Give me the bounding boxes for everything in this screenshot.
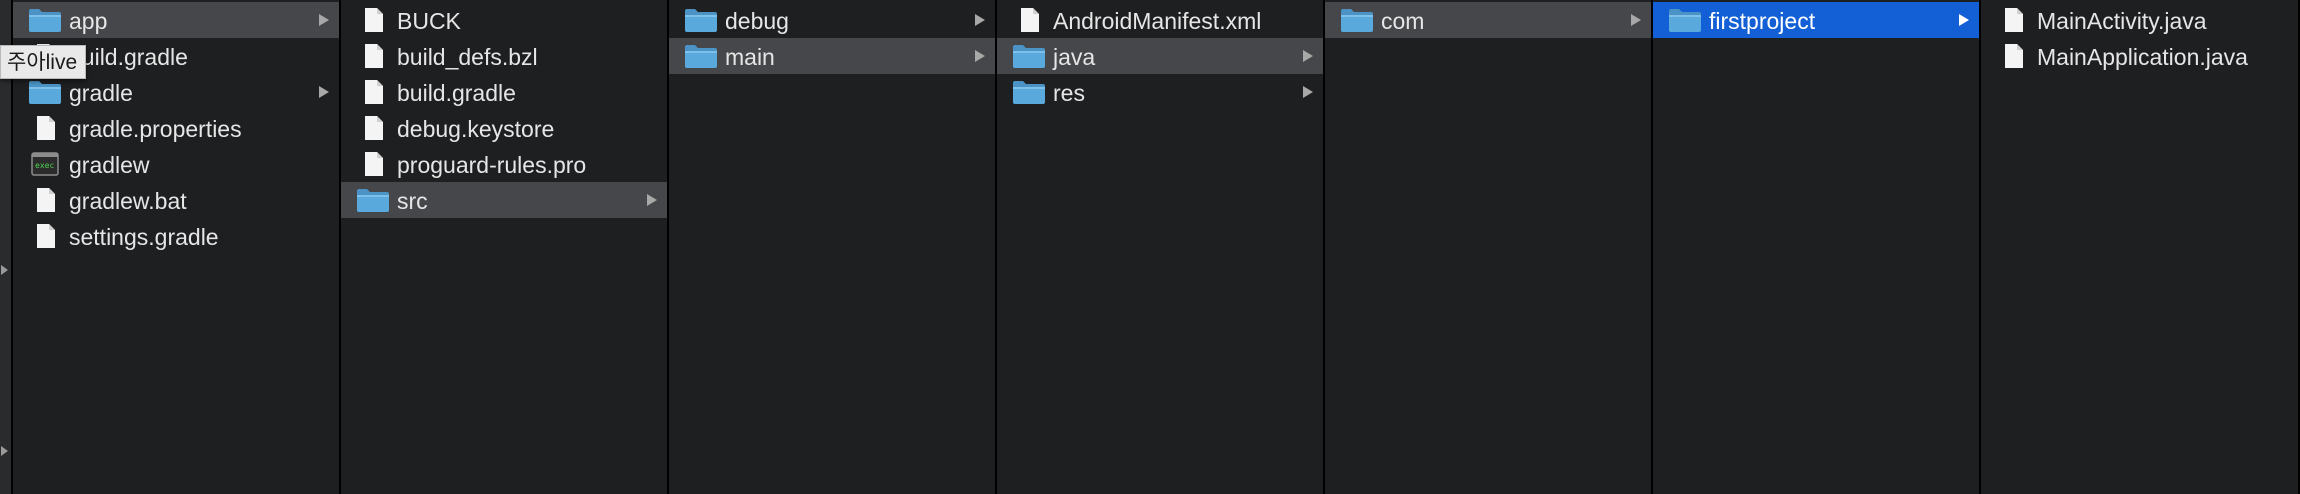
folder-icon: [1012, 79, 1046, 105]
file-icon: [1996, 43, 2030, 69]
file-row[interactable]: build.gradle: [341, 74, 667, 110]
file-row[interactable]: gradlew.bat: [13, 182, 339, 218]
item-label: debug: [725, 8, 789, 34]
disclosure-triangle-icon: [1303, 86, 1313, 98]
folder-row[interactable]: res: [997, 74, 1323, 110]
item-list: firstproject: [1653, 2, 1979, 38]
column-6[interactable]: firstproject: [1653, 0, 1981, 494]
file-icon: [28, 115, 62, 141]
column-3[interactable]: debug main: [669, 0, 997, 494]
item-label: proguard-rules.pro: [397, 152, 587, 178]
file-row[interactable]: build_defs.bzl: [341, 38, 667, 74]
column-4[interactable]: AndroidManifest.xml java res: [997, 0, 1325, 494]
file-row[interactable]: AndroidManifest.xml: [997, 2, 1323, 38]
file-row[interactable]: proguard-rules.pro: [341, 146, 667, 182]
disclosure-triangle-icon: [1631, 14, 1641, 26]
terminal-exec-icon: exec: [28, 151, 62, 177]
disclosure-triangle-icon: [975, 14, 985, 26]
folder-row[interactable]: app: [13, 2, 339, 38]
file-icon: [356, 115, 390, 141]
file-icon: [28, 223, 62, 249]
item-label: gradle.properties: [69, 116, 242, 142]
disclosure-triangle-icon: [319, 14, 329, 26]
item-label: gradlew.bat: [69, 188, 187, 214]
folder-icon: [28, 79, 62, 105]
file-icon: [356, 79, 390, 105]
item-list: MainActivity.java MainApplication.java: [1981, 2, 2298, 74]
item-label: gradlew: [69, 152, 150, 178]
folder-icon: [684, 7, 718, 33]
item-list: debug main: [669, 2, 995, 74]
expand-arrow-icon[interactable]: [1, 446, 8, 456]
folder-row[interactable]: main: [669, 38, 995, 74]
file-icon: [28, 187, 62, 213]
item-label: MainApplication.java: [2037, 44, 2248, 70]
item-label: debug.keystore: [397, 116, 555, 142]
folder-icon: [356, 187, 390, 213]
item-label: MainActivity.java: [2037, 8, 2207, 34]
file-icon: [1996, 7, 2030, 33]
hover-tooltip: 주아live: [0, 45, 87, 79]
item-list: BUCK build_defs.bzl build.gradle debug.keys…: [341, 2, 667, 218]
file-row[interactable]: gradle.properties: [13, 110, 339, 146]
folder-row[interactable]: debug: [669, 2, 995, 38]
svg-text:exec: exec: [35, 161, 54, 170]
file-row[interactable]: MainApplication.java: [1981, 38, 2298, 74]
finder-column-browser: app build.gradle gradle gradle.properties ex…: [0, 0, 2300, 494]
file-row[interactable]: settings.gradle: [13, 218, 339, 254]
file-row[interactable]: exec gradlew: [13, 146, 339, 182]
column-2[interactable]: BUCK build_defs.bzl build.gradle debug.keys…: [341, 0, 669, 494]
folder-icon: [684, 43, 718, 69]
disclosure-triangle-icon: [647, 194, 657, 206]
folder-icon: [1012, 43, 1046, 69]
column-7[interactable]: MainActivity.java MainApplication.java: [1981, 0, 2300, 494]
column-5[interactable]: com: [1325, 0, 1653, 494]
file-icon: [356, 151, 390, 177]
item-label: com: [1381, 8, 1425, 34]
item-label: settings.gradle: [69, 224, 219, 250]
disclosure-triangle-icon: [975, 50, 985, 62]
item-label: main: [725, 44, 775, 70]
folder-row[interactable]: com: [1325, 2, 1651, 38]
item-label: AndroidManifest.xml: [1053, 8, 1262, 34]
item-label: build_defs.bzl: [397, 44, 538, 70]
item-label: java: [1053, 44, 1096, 70]
file-icon: [356, 7, 390, 33]
folder-icon: [1340, 7, 1374, 33]
disclosure-triangle-icon: [1959, 14, 1969, 26]
disclosure-triangle-icon: [319, 86, 329, 98]
item-label: BUCK: [397, 8, 461, 34]
item-label: res: [1053, 80, 1085, 106]
disclosure-triangle-icon: [1303, 50, 1313, 62]
file-row[interactable]: debug.keystore: [341, 110, 667, 146]
expand-arrow-icon[interactable]: [1, 265, 8, 275]
file-row[interactable]: MainActivity.java: [1981, 2, 2298, 38]
file-icon: [1012, 7, 1046, 33]
item-list: com: [1325, 2, 1651, 38]
folder-icon: [1668, 7, 1702, 33]
item-label: firstproject: [1709, 8, 1816, 34]
folder-icon: [28, 7, 62, 33]
item-list: AndroidManifest.xml java res: [997, 2, 1323, 110]
item-label: app: [69, 8, 108, 34]
folder-row[interactable]: firstproject: [1653, 2, 1979, 38]
item-label: gradle: [69, 80, 133, 106]
item-label: src: [397, 188, 428, 214]
file-row[interactable]: BUCK: [341, 2, 667, 38]
item-label: build.gradle: [69, 44, 188, 70]
folder-row[interactable]: src: [341, 182, 667, 218]
item-list: app build.gradle gradle gradle.properties ex…: [13, 2, 339, 254]
file-icon: [356, 43, 390, 69]
folder-row[interactable]: java: [997, 38, 1323, 74]
item-label: build.gradle: [397, 80, 516, 106]
